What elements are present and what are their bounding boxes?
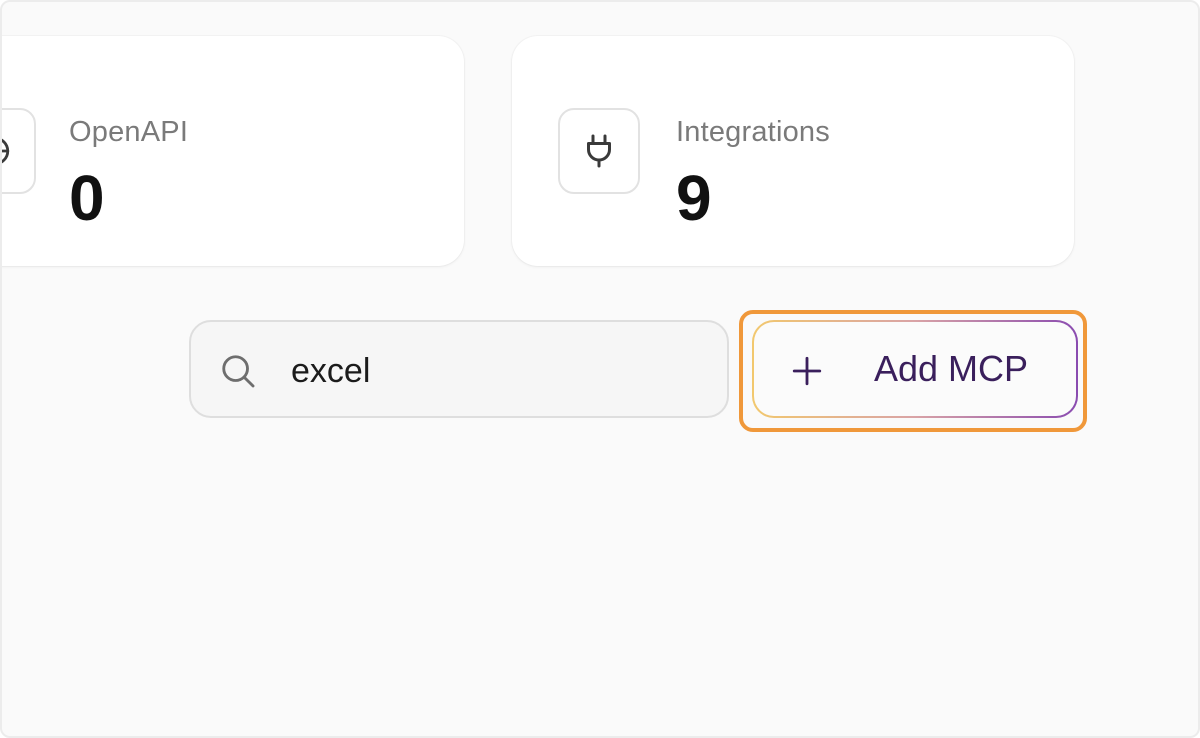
page-frame: OpenAPI 0 Integrations 9 Add MCP [0,0,1200,738]
plug-icon [587,134,611,168]
stat-label: Integrations [676,116,830,148]
stat-card-integrations: Integrations 9 [512,36,1074,266]
search-input[interactable] [291,346,711,396]
search-box[interactable] [189,320,729,418]
stat-value: 0 [69,162,105,234]
search-icon [222,355,255,388]
globe-icon [2,138,10,164]
plus-icon [792,356,822,386]
integrations-icon-box [558,108,640,194]
add-mcp-label: Add MCP [874,348,1029,389]
add-mcp-button[interactable]: Add MCP [752,320,1078,418]
openapi-icon-box [2,108,36,194]
stat-value: 9 [676,162,712,234]
stat-card-openapi: OpenAPI 0 [2,36,464,266]
stat-label: OpenAPI [69,116,189,148]
